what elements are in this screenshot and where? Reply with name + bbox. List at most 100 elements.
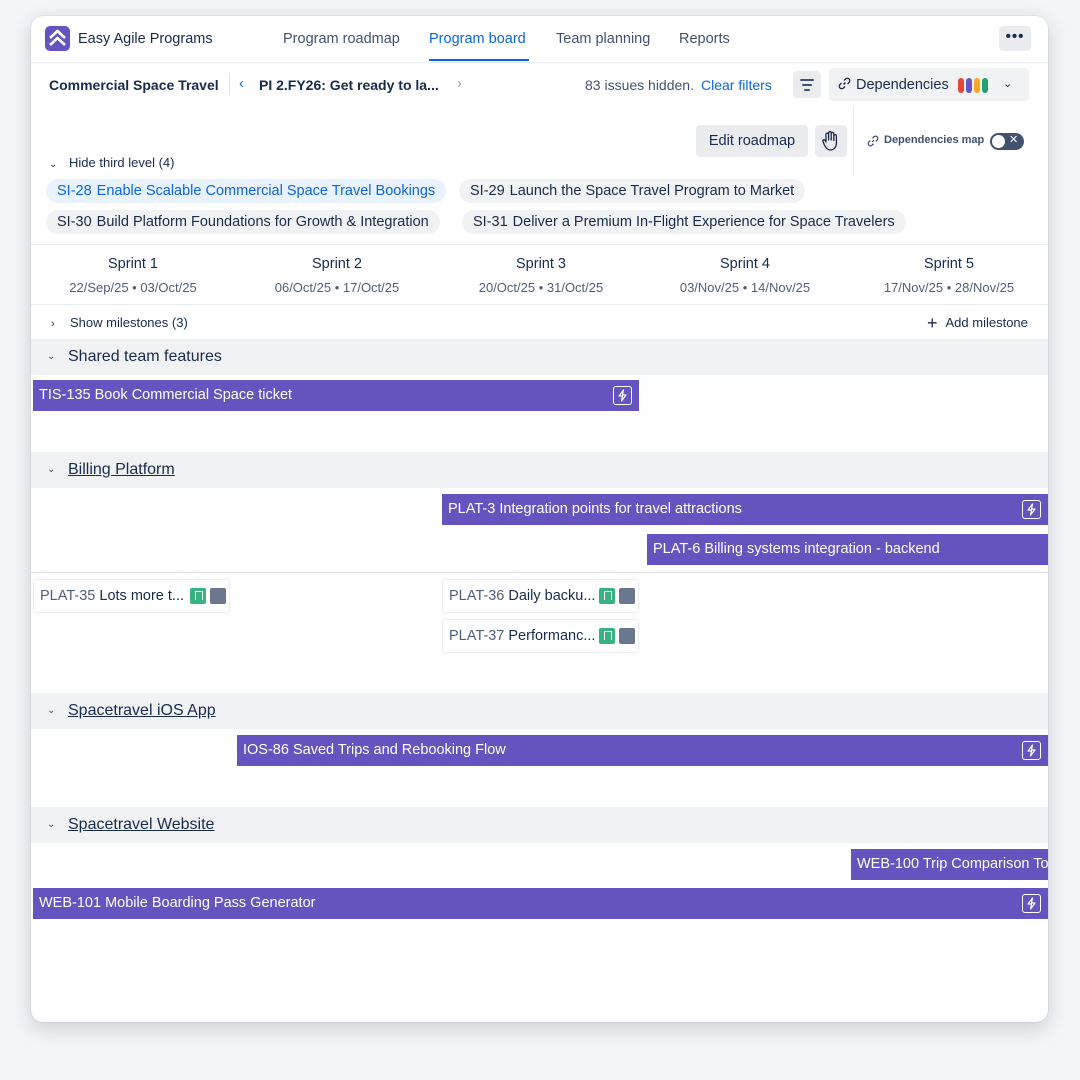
feature-title: Saved Trips and Rebooking Flow: [292, 742, 506, 758]
tab-program-roadmap[interactable]: Program roadmap: [283, 31, 400, 47]
dependency-color-bar: [958, 78, 964, 93]
feature-title: Mobile Boarding Pass Generator: [105, 895, 316, 911]
dependency-color-bar: [982, 78, 988, 93]
dependencies-button[interactable]: Dependencies ⌄: [829, 68, 1029, 101]
easy-agile-logo-icon[interactable]: [45, 26, 70, 51]
hide-third-level-label: Hide third level (4): [69, 155, 175, 170]
story-card[interactable]: PLAT-37 Performanc...: [442, 619, 639, 653]
feature-title: Billing systems integration - backend: [704, 541, 940, 557]
sprint-name: Sprint 3: [516, 256, 566, 272]
story-icon: [190, 588, 206, 604]
swimlane-title[interactable]: Billing Platform: [68, 461, 175, 479]
link-icon: [838, 77, 851, 90]
story-title: Performanc...: [508, 628, 596, 644]
hide-third-level-toggle[interactable]: ⌄ Hide third level (4): [49, 155, 175, 170]
show-milestones-toggle[interactable]: › Show milestones (3): [51, 315, 188, 330]
story-card[interactable]: PLAT-36 Daily backu...: [442, 579, 639, 613]
third-level-chip[interactable]: SI-30 Build Platform Foundations for Grow…: [46, 210, 440, 234]
chevron-down-icon: ⌄: [47, 819, 56, 830]
issue-key: SI-29: [470, 183, 505, 199]
status-icon: [619, 628, 635, 644]
status-icon: [210, 588, 226, 604]
feature-bar[interactable]: PLAT-3 Integration points for travel att…: [442, 494, 1048, 525]
link-icon: [867, 135, 879, 147]
feature-bar[interactable]: WEB-100 Trip Comparison To: [851, 849, 1048, 880]
issue-title: Enable Scalable Commercial Space Travel …: [96, 183, 436, 199]
toggle-knob: [992, 135, 1005, 148]
add-milestone-label: Add milestone: [945, 315, 1028, 330]
story-icon: [599, 588, 615, 604]
status-icon: [619, 588, 635, 604]
swimlane-title: Shared team features: [68, 348, 222, 365]
feature-bar[interactable]: WEB-101 Mobile Boarding Pass Generator: [33, 888, 1048, 919]
feature-title: Integration points for travel attraction…: [499, 501, 742, 517]
feature-bar[interactable]: TIS-135 Book Commercial Space ticket: [33, 380, 639, 411]
breadcrumb-bar: Commercial Space Travel ‹ PI 2.FY26: Get…: [31, 62, 1048, 106]
sprint-name: Sprint 4: [720, 256, 770, 272]
milestone-row: › Show milestones (3) + Add milestone: [31, 304, 1048, 338]
feature-type-icon: [1022, 500, 1041, 519]
chevron-down-icon: ⌄: [47, 705, 56, 716]
swimlane-header[interactable]: ⌄ Spacetravel Website: [31, 807, 1048, 843]
feature-type-icon: [613, 386, 632, 405]
swimlane-header[interactable]: ⌄ Shared team features: [31, 339, 1048, 375]
story-icon: [599, 628, 615, 644]
feature-bar[interactable]: IOS-86 Saved Trips and Rebooking Flow: [237, 735, 1048, 766]
top-navigation: Easy Agile Programs Program roadmap Prog…: [31, 16, 1048, 62]
program-name[interactable]: Commercial Space Travel: [49, 77, 219, 93]
feature-key: WEB-101: [39, 895, 102, 911]
feature-bar[interactable]: PLAT-6 Billing systems integration - bac…: [647, 534, 1048, 565]
swimlane-header[interactable]: ⌄ Billing Platform: [31, 452, 1048, 488]
sprint-dates: 03/Nov/25 • 14/Nov/25: [679, 280, 811, 295]
issue-title: Deliver a Premium In-Flight Experience f…: [512, 214, 895, 230]
third-level-chip[interactable]: SI-28 Enable Scalable Commercial Space Tr…: [46, 179, 447, 203]
close-icon: ✕: [1009, 134, 1019, 146]
dependency-color-bar: [974, 78, 980, 93]
chevron-down-icon: ⌄: [47, 351, 56, 362]
feature-type-icon: [1022, 894, 1041, 913]
feature-type-icon: [1022, 741, 1041, 760]
dependencies-map-label: Dependencies map: [884, 134, 985, 146]
tab-team-planning[interactable]: Team planning: [556, 31, 650, 47]
issue-title: Build Platform Foundations for Growth & …: [96, 214, 429, 230]
dependencies-map-toggle[interactable]: ✕: [990, 133, 1024, 150]
sprint-dates: 22/Sep/25 • 03/Oct/25: [69, 280, 197, 295]
edit-roadmap-button[interactable]: Edit roadmap: [696, 125, 808, 157]
sprint-dates: 06/Oct/25 • 17/Oct/25: [274, 280, 400, 295]
feature-key: WEB-100: [857, 856, 920, 872]
sprint-dates: 17/Nov/25 • 28/Nov/25: [883, 280, 1015, 295]
divider: [229, 73, 230, 95]
issue-title: Launch the Space Travel Program to Marke…: [509, 183, 795, 199]
feature-key: PLAT-3: [448, 501, 496, 517]
third-level-chip[interactable]: SI-29 Launch the Space Travel Program to …: [459, 179, 806, 203]
hidden-issues-count: 83 issues hidden.: [585, 77, 694, 93]
swimlane-title[interactable]: Spacetravel Website: [68, 816, 214, 834]
sprint-dates: 20/Oct/25 • 31/Oct/25: [478, 280, 604, 295]
chevron-down-icon: ⌄: [1003, 78, 1013, 90]
story-key: PLAT-36: [449, 588, 505, 604]
story-card[interactable]: PLAT-35 Lots more t...: [33, 579, 230, 613]
swimlane-title[interactable]: Spacetravel iOS App: [68, 702, 216, 720]
clear-filters-link[interactable]: Clear filters: [701, 77, 772, 93]
tab-program-board[interactable]: Program board: [429, 31, 526, 47]
third-level-chip[interactable]: SI-31 Deliver a Premium In-Flight Experie…: [462, 210, 906, 234]
divider: [31, 572, 1048, 573]
app-window: Easy Agile Programs Program roadmap Prog…: [31, 16, 1048, 1022]
issue-key: SI-31: [473, 214, 508, 230]
feature-key: PLAT-6: [653, 541, 701, 557]
swimlane-header[interactable]: ⌄ Spacetravel iOS App: [31, 693, 1048, 729]
hand-icon[interactable]: [815, 125, 847, 157]
add-milestone-button[interactable]: + Add milestone: [927, 313, 1028, 334]
sprint-header: Sprint 1 22/Sep/25 • 03/Oct/25 Sprint 2 …: [31, 244, 1048, 304]
pi-selector[interactable]: PI 2.FY26: Get ready to la...: [259, 77, 439, 93]
feature-title: Book Commercial Space ticket: [94, 387, 293, 403]
more-options-button[interactable]: •••: [999, 26, 1031, 51]
feature-key: IOS-86: [243, 742, 289, 758]
previous-pi-icon[interactable]: ‹: [239, 75, 244, 92]
tab-reports[interactable]: Reports: [679, 31, 730, 47]
divider: [853, 106, 854, 176]
filter-icon[interactable]: [793, 71, 821, 98]
sprint-name: Sprint 1: [108, 256, 158, 272]
plus-icon: +: [927, 313, 938, 333]
next-pi-icon[interactable]: ›: [457, 75, 462, 92]
